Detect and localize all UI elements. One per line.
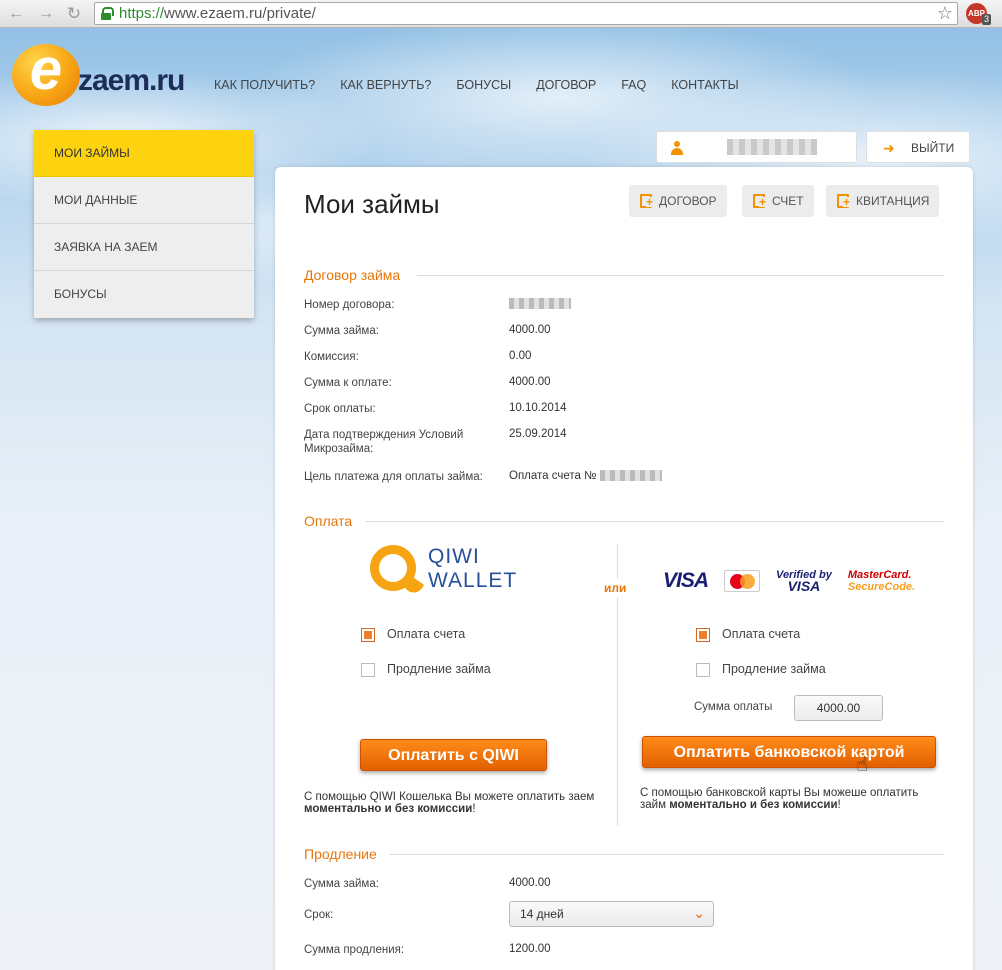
document-add-icon [753,194,767,208]
lock-icon [101,7,114,20]
doc-button-label: КВИТАНЦИЯ [856,194,930,208]
sidebar-item-loan-application[interactable]: ЗАЯВКА НА ЗАЕМ [34,224,254,271]
nav-faq[interactable]: FAQ [621,78,646,92]
due-date-value: 10.10.2014 [509,402,567,414]
card-extend-label[interactable]: Продление займа [722,662,826,676]
logout-button[interactable]: ➜ ВЫЙТИ [866,131,970,163]
hand-cursor-icon: ☝ [856,754,869,776]
sidebar-menu: МОИ ЗАЙМЫ МОИ ДАННЫЕ ЗАЯВКА НА ЗАЕМ БОНУ… [34,130,254,318]
contract-number-label: Номер договора: [304,299,395,311]
payment-purpose-label: Цель платежа для оплаты займа: [304,471,483,483]
nav-contract[interactable]: ДОГОВОР [536,78,596,92]
qiwi-invoice-checkbox[interactable] [361,628,375,642]
sidebar-item-bonuses[interactable]: БОНУСЫ [34,271,254,318]
logo-e-icon: e [12,41,80,106]
qiwi-wordmark: QIWI WALLET [428,545,518,592]
extension-term-select[interactable]: 14 дней ⌄ [509,901,714,927]
qiwi-wallet-logo: QIWI WALLET [370,542,520,602]
contract-section-title: Договор займа [304,267,409,283]
contract-doc-button[interactable]: ДОГОВОР [629,185,727,217]
receipt-doc-button[interactable]: КВИТАНЦИЯ [826,185,940,217]
user-profile-box[interactable] [656,131,857,163]
nav-how-to-return[interactable]: КАК ВЕРНУТЬ? [340,78,431,92]
section-divider [417,275,944,276]
sidebar-item-my-data[interactable]: МОИ ДАННЫЕ [34,177,254,224]
pay-card-button[interactable]: Оплатить банковской картой [642,736,936,768]
browser-toolbar: ← → ↻ https://www.ezaem.ru/private/ ☆ AB… [0,0,1002,28]
nav-how-to-get[interactable]: КАК ПОЛУЧИТЬ? [214,78,315,92]
commission-label: Комиссия: [304,351,359,363]
page-title: Мои займы [304,189,440,219]
main-panel: Мои займы ДОГОВОР СЧЕТ КВИТАНЦИЯ Договор… [275,167,973,970]
extension-sum-value: 1200.00 [509,943,551,955]
extension-term-value: 14 дней [520,907,564,921]
reload-icon[interactable]: ↻ [64,4,84,24]
extension-loan-value: 4000.00 [509,877,551,889]
doc-button-label: СЧЕТ [772,194,804,208]
qiwi-extend-label[interactable]: Продление займа [387,662,491,676]
qiwi-invoice-label[interactable]: Оплата счета [387,627,465,641]
forward-icon[interactable]: → [36,4,56,24]
document-add-icon [837,194,851,208]
section-divider [365,521,944,522]
payment-purpose-value: Оплата счета № [509,470,662,482]
loan-sum-label: Сумма займа: [304,325,379,337]
logout-icon: ➜ [883,140,895,156]
logo-text: zaem.ru [78,64,185,97]
sidebar-item-my-loans[interactable]: МОИ ЗАЙМЫ [34,130,254,177]
qiwi-extend-checkbox[interactable] [361,663,375,677]
verified-by-visa-logo: Verified by VISA [776,569,832,594]
or-label: или [604,579,627,597]
doc-button-label: ДОГОВОР [659,194,717,208]
payment-sum-label: Сумма оплаты [694,701,773,713]
payment-sum-input[interactable]: 4000.00 [794,695,883,721]
extension-term-label: Срок: [304,909,334,921]
extension-sum-label: Сумма продления: [304,944,405,956]
site-logo[interactable]: e zaem.ru [12,41,192,108]
invoice-number-blurred [599,470,662,482]
document-add-icon [640,194,654,208]
loan-sum-value: 4000.00 [509,324,551,336]
payment-section-title: Оплата [304,513,361,529]
chevron-down-icon: ⌄ [693,905,705,921]
confirmation-date-label: Дата подтверждения Условий Микрозайма: [304,429,464,455]
amount-due-label: Сумма к оплате: [304,377,392,389]
address-bar[interactable]: https://www.ezaem.ru/private/ ☆ [94,2,958,25]
nav-bonuses[interactable]: БОНУСЫ [456,78,511,92]
card-logos: VISA Verified by VISA MasterCard. SecureCo… [663,569,915,593]
section-divider [389,854,944,855]
card-invoice-checkbox[interactable] [696,628,710,642]
extension-section-title: Продление [304,846,385,862]
amount-due-value: 4000.00 [509,376,551,388]
payment-purpose-text: Оплата счета № [509,470,597,482]
top-nav: КАК ПОЛУЧИТЬ? КАК ВЕРНУТЬ? БОНУСЫ ДОГОВО… [214,78,739,92]
contract-number-value [509,298,571,310]
confirmation-date-value: 25.09.2014 [509,428,567,440]
mastercard-securecode-logo: MasterCard. SecureCode. [847,569,916,593]
logout-label: ВЫЙТИ [911,141,955,155]
extension-loan-label: Сумма займа: [304,878,379,890]
user-icon [671,141,683,155]
commission-value: 0.00 [509,350,532,362]
visa-logo: VISA [663,569,709,592]
contract-number-blurred [509,298,571,310]
url-text[interactable]: https://www.ezaem.ru/private/ [119,5,316,22]
card-note: С помощью банковской карты Вы можеше опл… [640,787,919,811]
card-invoice-label[interactable]: Оплата счета [722,627,800,641]
adblock-count: 3 [982,14,992,25]
due-date-label: Срок оплаты: [304,403,376,415]
mastercard-logo [724,570,761,592]
invoice-doc-button[interactable]: СЧЕТ [742,185,814,217]
qiwi-note: С помощью QIWI Кошелька Вы можете оплати… [304,791,595,815]
pay-qiwi-button[interactable]: Оплатить с QIWI [360,739,547,771]
user-name-blurred [727,139,817,155]
nav-contacts[interactable]: КОНТАКТЫ [671,78,738,92]
card-extend-checkbox[interactable] [696,663,710,677]
back-icon[interactable]: ← [6,4,26,24]
bookmark-star-icon[interactable]: ☆ [937,3,953,24]
